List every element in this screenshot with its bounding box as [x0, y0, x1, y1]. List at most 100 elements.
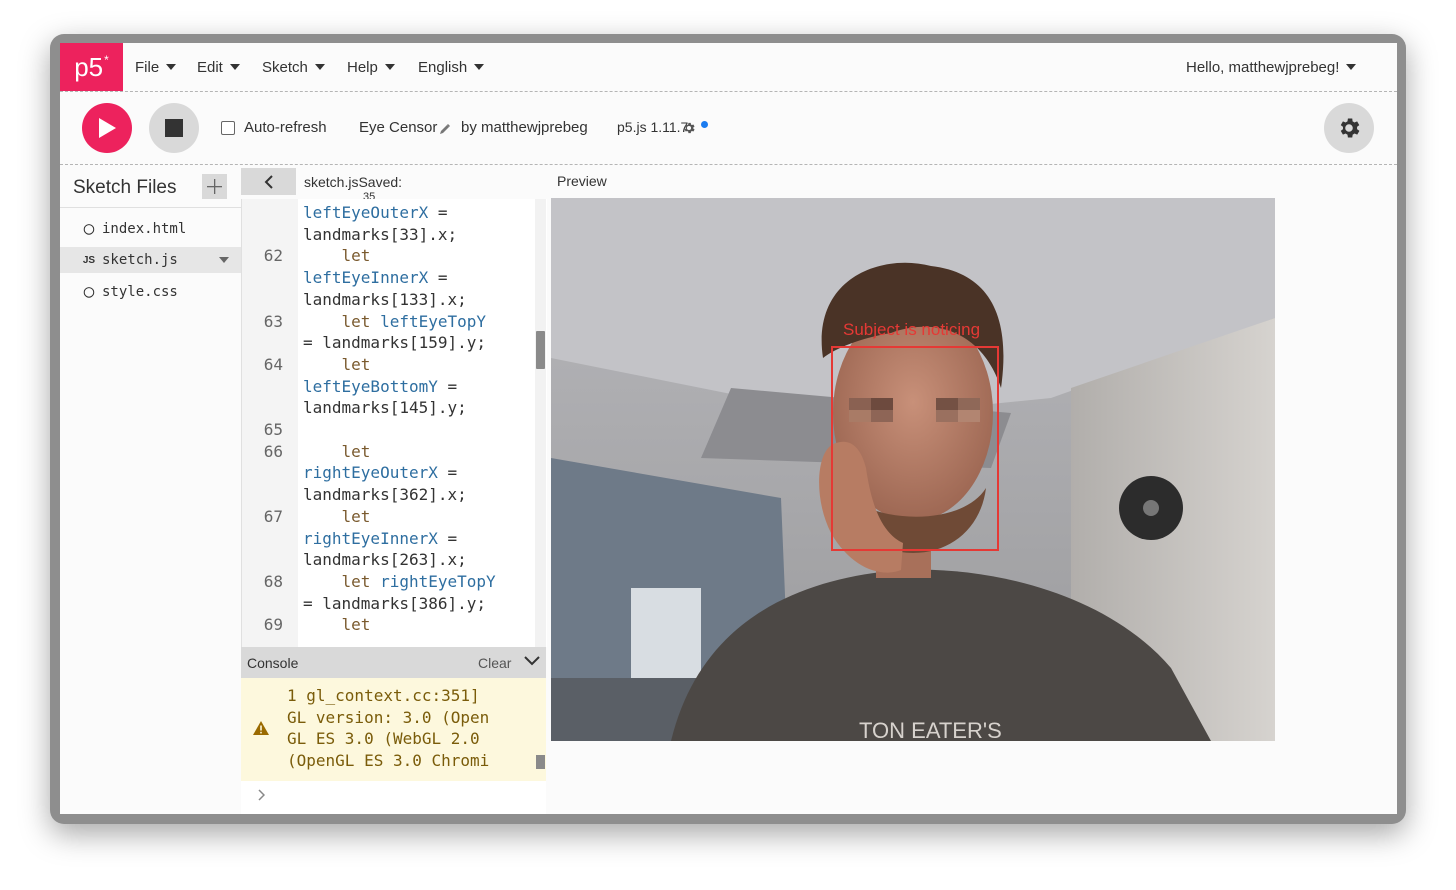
menu-file-label: File — [135, 58, 160, 76]
code-token: landmarks[362].x; — [303, 485, 467, 505]
file-item-index-html[interactable]: ◯ index.html — [60, 216, 241, 242]
add-file-button[interactable] — [202, 174, 227, 199]
menu-language[interactable]: English — [418, 43, 485, 91]
code-token: rightEyeInnerX — [303, 528, 438, 548]
p5-editor-app: p5 * File Edit Sketch Help English Hello,… — [60, 43, 1397, 814]
collapse-sidebar-button[interactable] — [241, 168, 296, 195]
code-text: rightEyeOuterX = — [303, 462, 457, 484]
chevron-down-icon — [314, 64, 325, 70]
file-options-chevron-icon[interactable] — [219, 257, 229, 263]
code-token: rightEyeOuterX — [303, 463, 438, 483]
file-item-style-css[interactable]: ◯ style.css — [60, 279, 241, 305]
console-scrollbar-thumb[interactable] — [536, 755, 545, 769]
menu-file[interactable]: File — [135, 43, 177, 91]
chevron-down-icon — [1346, 64, 1357, 70]
code-text: landmarks[263].x; — [303, 549, 467, 571]
plus-icon — [207, 179, 222, 194]
code-token: let — [303, 441, 371, 461]
stop-button[interactable] — [149, 103, 199, 153]
sidebar-title: Sketch Files — [73, 177, 177, 198]
code-text: leftEyeOuterX = — [303, 202, 448, 224]
code-token: leftEyeTopY — [380, 311, 487, 331]
code-token: let — [303, 571, 381, 591]
warning-icon — [253, 721, 269, 735]
chevron-down-icon[interactable] — [524, 656, 540, 666]
line-number: 64 — [263, 354, 283, 374]
code-text: rightEyeInnerX = — [303, 528, 457, 550]
menu-sketch[interactable]: Sketch — [262, 43, 325, 91]
line-number: 69 — [263, 615, 283, 635]
code-token: leftEyeOuterX — [303, 203, 429, 222]
code-token: let — [303, 506, 371, 526]
code-token: landmarks[145].y; — [303, 398, 467, 418]
code-token: rightEyeTopY — [380, 571, 496, 591]
code-token: = — [437, 376, 458, 396]
code-text: = landmarks[386].y; — [303, 593, 486, 615]
editor-scrollbar-thumb[interactable] — [536, 331, 545, 369]
play-button[interactable] — [82, 103, 132, 153]
code-token: landmarks[133].x; — [303, 289, 467, 309]
console-line: 1 gl_context.cc:351] — [287, 686, 480, 705]
user-greeting: Hello, matthewjprebeg! — [1186, 58, 1340, 76]
menu-help-label: Help — [347, 58, 378, 76]
pencil-icon[interactable] — [439, 123, 451, 135]
settings-button[interactable] — [1324, 103, 1374, 153]
gear-icon[interactable] — [682, 121, 696, 135]
console-line: (OpenGL ES 3.0 Chromi — [287, 751, 490, 771]
line-number: 67 — [263, 506, 283, 526]
file-name: style.css — [102, 284, 178, 300]
editor-file-tab[interactable]: sketch.jsSaved: — [304, 174, 402, 190]
line-number: 63 — [263, 311, 283, 331]
p5-version[interactable]: p5.js 1.11.7 — [617, 119, 688, 135]
console-line: GL ES 3.0 (WebGL 2.0 — [287, 729, 480, 749]
console-input[interactable] — [241, 781, 546, 814]
code-token: leftEyeInnerX — [303, 268, 429, 288]
code-text: leftEyeInnerX = — [303, 267, 448, 289]
code-text: landmarks[133].x; — [303, 289, 467, 311]
file-name: sketch.js — [102, 252, 178, 268]
preview-title: Preview — [557, 173, 607, 189]
save-status-time: 35 — [363, 191, 376, 199]
code-token: let — [303, 246, 371, 266]
js-file-icon: JS — [82, 254, 96, 266]
menu-edit[interactable]: Edit — [197, 43, 240, 91]
code-token: = — [437, 528, 458, 548]
code-text: leftEyeBottomY = — [303, 376, 457, 398]
auto-refresh-checkbox[interactable] — [221, 121, 235, 135]
code-editor[interactable]: leftEyeOuterX = landmarks[33].x; 62 let lef… — [241, 199, 547, 647]
code-token: let — [303, 354, 371, 374]
code-text: landmarks[145].y; — [303, 397, 467, 419]
line-number: 65 — [263, 420, 283, 439]
code-token: leftEyeBottomY — [303, 376, 438, 396]
code-token: let — [303, 311, 381, 331]
code-text: = landmarks[159].y; — [303, 332, 486, 354]
editor-scrollbar[interactable] — [535, 199, 546, 647]
face-detection-box — [831, 346, 999, 551]
file-name: index.html — [102, 221, 187, 237]
prompt-chevron-icon — [258, 789, 265, 801]
css-file-icon: ◯ — [83, 286, 95, 298]
p5-logo[interactable]: p5 * — [60, 43, 123, 91]
tab-file-name: sketch.js — [304, 174, 359, 190]
sketch-author[interactable]: by matthewjprebeg — [461, 119, 588, 136]
console-clear-button[interactable]: Clear — [478, 655, 511, 671]
user-menu[interactable]: Hello, matthewjprebeg! — [1186, 43, 1357, 91]
sketch-name[interactable]: Eye Censor — [359, 119, 437, 136]
line-number: 66 — [263, 441, 283, 461]
code-text: landmarks[362].x; — [303, 484, 467, 506]
chevron-down-icon — [166, 64, 177, 70]
gear-icon — [1340, 118, 1360, 138]
chevron-down-icon — [474, 64, 485, 70]
code-text: let — [303, 441, 371, 463]
menu-language-label: English — [418, 58, 468, 76]
code-token: let — [303, 615, 371, 635]
code-text: let rightEyeTopY — [303, 571, 496, 593]
stop-icon — [165, 119, 183, 137]
line-number: 68 — [263, 571, 283, 591]
menu-help[interactable]: Help — [347, 43, 395, 91]
code-text: let — [303, 245, 371, 267]
file-item-sketch-js[interactable]: JS sketch.js — [60, 247, 241, 273]
code-text: let leftEyeTopY — [303, 311, 487, 333]
sidebar-divider — [60, 207, 241, 208]
chevron-down-icon — [229, 64, 240, 70]
